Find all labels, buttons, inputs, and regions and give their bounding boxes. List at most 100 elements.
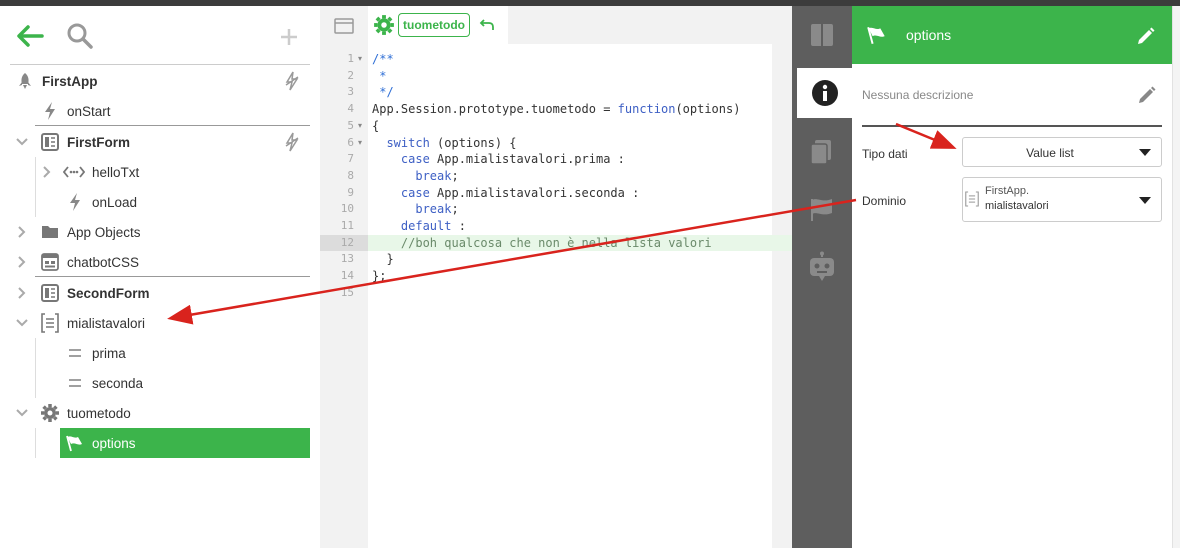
tree-item-hellotxt[interactable]: helloTxt bbox=[35, 157, 310, 187]
chevron-right-icon[interactable] bbox=[15, 225, 29, 239]
line-number: 7 bbox=[347, 152, 354, 166]
fold-toggle-icon[interactable]: ▾ bbox=[358, 135, 362, 152]
chevron-right-icon[interactable] bbox=[40, 165, 54, 179]
flag-icon[interactable] bbox=[792, 184, 852, 234]
chevron-down-icon[interactable] bbox=[15, 406, 29, 420]
tree-item-chatbotcss[interactable]: chatbotCSS bbox=[10, 247, 310, 277]
value-item-icon bbox=[64, 372, 86, 394]
tree-item-tuometodo[interactable]: tuometodo bbox=[10, 398, 310, 428]
tree-item-secondform[interactable]: SecondForm bbox=[10, 278, 310, 308]
lightning-action-icon[interactable] bbox=[284, 71, 300, 94]
line-number: 6 bbox=[347, 135, 354, 149]
tree-toolbar bbox=[0, 6, 320, 64]
panel-toggle-icon[interactable] bbox=[792, 10, 852, 60]
code-line: { bbox=[372, 118, 380, 133]
tipo-dati-value: Value list bbox=[1026, 146, 1074, 160]
line-number: 15 bbox=[340, 285, 354, 299]
dominio-select[interactable]: FirstApp. mialistavalori bbox=[962, 177, 1162, 222]
description-text[interactable]: Nessuna descrizione bbox=[862, 88, 973, 102]
editor-tabbar: tuometodo bbox=[320, 6, 792, 44]
search-icon[interactable] bbox=[64, 20, 96, 52]
value-list-icon bbox=[39, 312, 61, 334]
stylesheet-icon bbox=[39, 251, 61, 273]
tree-item-label: tuometodo bbox=[67, 405, 131, 421]
code-line: App.Session.prototype.tuometodo = functi… bbox=[372, 102, 741, 117]
lightning-action-icon[interactable] bbox=[284, 132, 300, 155]
code-line: } bbox=[372, 252, 394, 267]
lightning-icon bbox=[39, 100, 61, 122]
code-editor-panel: tuometodo 1 ▾ 2 3 4 5 ▾ 6 ▾ 7 8 9 10 11 12 13 14 15 /** *… bbox=[320, 6, 820, 548]
fold-toggle-icon[interactable]: ▾ bbox=[358, 118, 362, 135]
add-icon[interactable] bbox=[276, 24, 302, 50]
toolbar-divider bbox=[10, 64, 310, 65]
line-number: 9 bbox=[347, 185, 354, 199]
tree-item-label: SecondForm bbox=[67, 285, 150, 301]
code-line: case App.mialistavalori.seconda : bbox=[400, 185, 640, 200]
tree-item-seconda[interactable]: seconda bbox=[35, 368, 310, 398]
tab-tuometodo[interactable]: tuometodo bbox=[368, 6, 508, 44]
code-line: switch (options) { bbox=[386, 135, 517, 150]
dominio-value-line1: FirstApp. bbox=[985, 185, 1030, 197]
tree-item-label: options bbox=[92, 435, 136, 451]
documents-icon[interactable] bbox=[792, 128, 852, 178]
code-line: //boh qualcosa che non è nella lista val… bbox=[372, 235, 712, 250]
tree-item-label: chatbotCSS bbox=[67, 254, 140, 270]
info-icon[interactable] bbox=[797, 68, 852, 118]
tree-item-onload[interactable]: onLoad bbox=[35, 187, 310, 217]
tree-divider bbox=[35, 125, 310, 126]
clapperboard-icon[interactable] bbox=[332, 16, 356, 36]
tree-item-firstform[interactable]: FirstForm bbox=[10, 127, 310, 157]
fold-toggle-icon[interactable]: ▾ bbox=[358, 51, 362, 68]
textbox-icon bbox=[63, 161, 85, 183]
tipo-dati-select[interactable]: Value list bbox=[962, 137, 1162, 167]
value-list-icon bbox=[965, 190, 979, 211]
line-number: 11 bbox=[340, 219, 354, 232]
flag-icon bbox=[64, 432, 86, 454]
code-line: break; bbox=[415, 202, 459, 217]
tree-guide-line bbox=[35, 428, 36, 458]
line-number: 2 bbox=[347, 68, 354, 82]
tree-item-options[interactable]: options bbox=[60, 428, 310, 458]
line-number: 13 bbox=[340, 252, 354, 266]
line-number: 5 bbox=[347, 118, 354, 132]
lightning-icon bbox=[64, 191, 86, 213]
tree-item-label: prima bbox=[92, 345, 126, 361]
dominio-value-line2: mialistavalori bbox=[985, 200, 1049, 212]
line-number: 3 bbox=[347, 85, 354, 99]
tree-divider bbox=[35, 276, 310, 277]
edit-description-icon[interactable] bbox=[1136, 84, 1158, 106]
chevron-right-icon[interactable] bbox=[15, 286, 29, 300]
tree-item-mialistavalori[interactable]: mialistavalori bbox=[10, 308, 310, 338]
dropdown-caret-icon bbox=[1139, 149, 1151, 156]
tree-item-firstapp[interactable]: FirstApp bbox=[10, 66, 310, 96]
back-arrow-icon[interactable] bbox=[14, 20, 46, 52]
edit-pencil-icon[interactable] bbox=[1134, 24, 1158, 48]
code-area[interactable]: /** * */ App.Session.prototype.tuometodo … bbox=[368, 44, 820, 548]
code-line: default : bbox=[400, 219, 466, 233]
tree-item-app-objects[interactable]: App Objects bbox=[10, 217, 310, 247]
undo-icon[interactable] bbox=[478, 16, 496, 34]
tipo-dati-label: Tipo dati bbox=[862, 147, 908, 161]
line-number: 4 bbox=[347, 102, 354, 116]
dropdown-caret-icon bbox=[1139, 196, 1151, 204]
code-line: case App.mialistavalori.prima : bbox=[400, 152, 625, 167]
method-name-badge[interactable]: tuometodo bbox=[398, 13, 470, 37]
gear-icon bbox=[373, 14, 395, 36]
line-number: 1 bbox=[347, 52, 354, 65]
chevron-right-icon[interactable] bbox=[15, 255, 29, 269]
flag-icon bbox=[866, 24, 888, 46]
tree-item-prima[interactable]: prima bbox=[35, 338, 310, 368]
line-number: 8 bbox=[347, 168, 354, 182]
tree-item-label: FirstApp bbox=[42, 73, 98, 89]
folder-icon bbox=[39, 221, 61, 243]
chevron-down-icon[interactable] bbox=[15, 135, 29, 149]
tree-item-onstart[interactable]: onStart bbox=[35, 96, 310, 126]
chevron-down-icon[interactable] bbox=[15, 316, 29, 330]
properties-sidebar bbox=[792, 6, 852, 548]
robot-icon[interactable] bbox=[792, 242, 852, 292]
project-tree-panel: FirstApp onStart FirstForm helloTxt onLo… bbox=[0, 6, 320, 548]
properties-title: options bbox=[906, 27, 952, 43]
background-window-edge bbox=[1172, 6, 1180, 548]
line-number-gutter: 1 ▾ 2 3 4 5 ▾ 6 ▾ 7 8 9 10 11 12 13 14 15 bbox=[320, 44, 368, 548]
tree-item-label: seconda bbox=[92, 375, 144, 391]
